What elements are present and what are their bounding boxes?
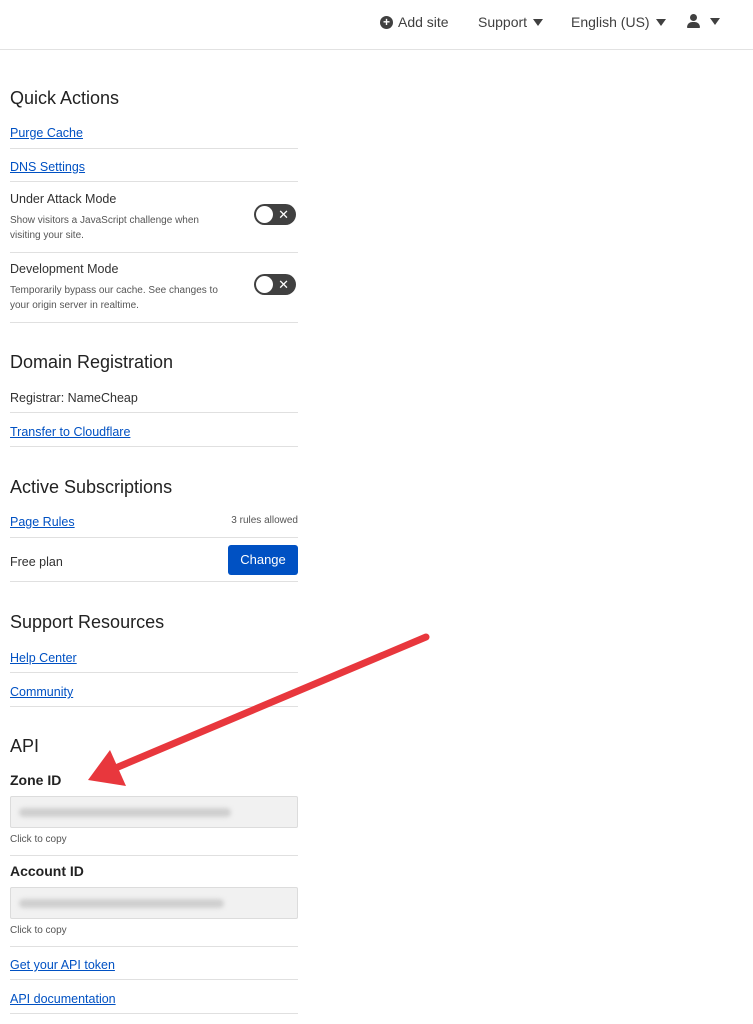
annotation-arrow <box>88 633 430 786</box>
arrow-shaft <box>114 633 430 771</box>
